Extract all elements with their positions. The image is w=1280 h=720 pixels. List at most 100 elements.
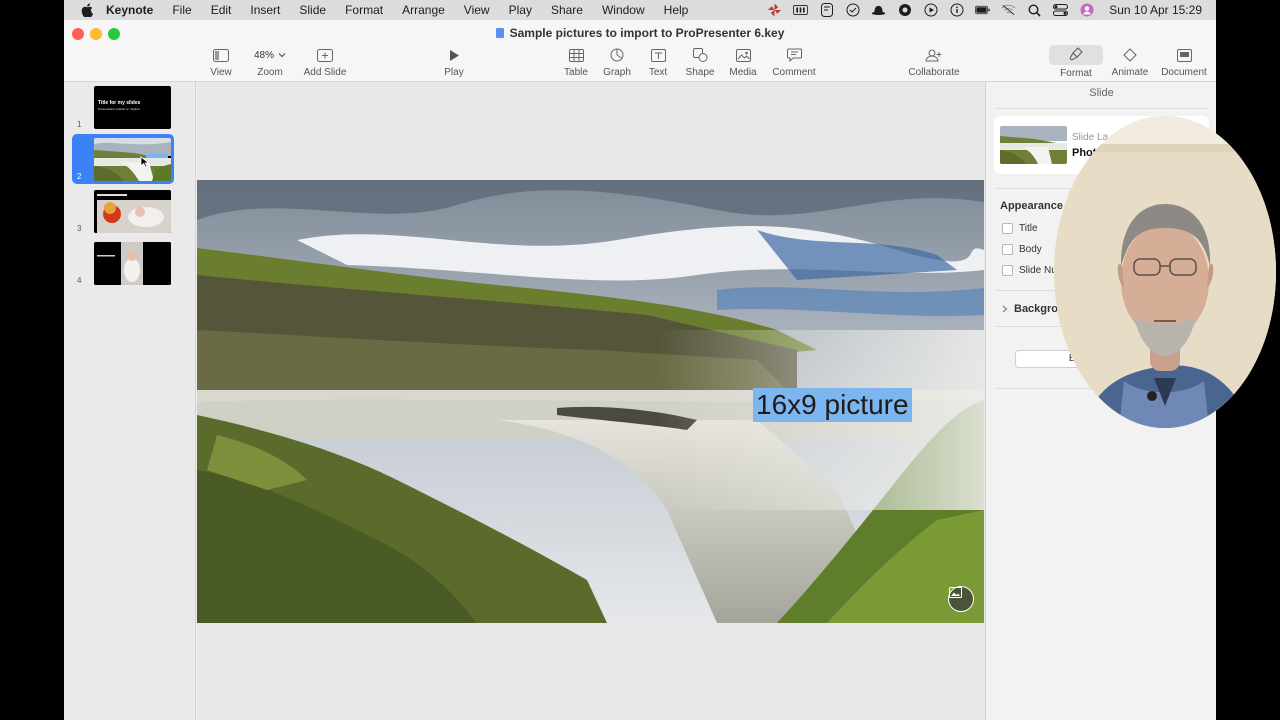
animate-button[interactable]: Animate	[1100, 46, 1160, 78]
slide-number: 2	[77, 172, 82, 181]
slide-thumbnail-2[interactable]	[94, 138, 171, 181]
circle-dot-icon[interactable]	[897, 4, 912, 17]
graph-icon	[610, 48, 624, 62]
collaborate-button[interactable]: Collaborate	[904, 46, 964, 78]
slide-number-checkbox[interactable]	[1002, 265, 1013, 276]
animate-label: Animate	[1111, 67, 1149, 78]
info-circle-icon[interactable]	[949, 3, 964, 17]
menu-file[interactable]: File	[172, 3, 191, 17]
document-title: Sample pictures to import to ProPresente…	[64, 26, 1216, 40]
check-circle-icon[interactable]	[845, 3, 860, 17]
background-section-toggle[interactable]: Backgrou	[1002, 303, 1065, 315]
slide-thumbnail-3[interactable]	[94, 190, 171, 233]
add-slide-label: Add Slide	[303, 67, 347, 78]
menu-window[interactable]: Window	[602, 3, 645, 17]
chevron-down-icon	[278, 53, 286, 58]
comment-label: Comment	[772, 67, 816, 78]
menu-keynote[interactable]: Keynote	[106, 3, 153, 17]
sidebar-view-icon	[213, 48, 229, 62]
grammarly-icon[interactable]	[819, 3, 834, 17]
inspector-tab-slide[interactable]: Slide	[986, 87, 1216, 99]
format-label: Format	[1060, 68, 1092, 79]
keyboard-icon[interactable]	[793, 4, 809, 17]
zoom-select[interactable]: 48%	[248, 49, 292, 62]
body-checkbox-row[interactable]: Body	[1002, 244, 1042, 255]
menu-help[interactable]: Help	[664, 3, 689, 17]
table-icon	[568, 48, 584, 62]
collaborate-icon	[925, 49, 942, 61]
menu-slide[interactable]: Slide	[299, 3, 326, 17]
menu-bar: Keynote File Edit Insert Slide Format Ar…	[64, 0, 1216, 20]
slide-thumbnail-1[interactable]: Title for my slides Presentation subtitl…	[94, 86, 171, 129]
presenter-video	[1054, 116, 1276, 428]
baby-photo-thumbnail-image	[94, 242, 171, 285]
play-icon	[450, 49, 459, 61]
collaborate-label: Collaborate	[908, 67, 960, 78]
zoom-label: Zoom	[257, 67, 283, 78]
appearance-heading: Appearance	[1000, 200, 1063, 212]
slide-layout-thumbnail	[1000, 126, 1067, 164]
menubar-clock[interactable]: Sun 10 Apr 15:29	[1109, 3, 1202, 17]
layout-preview-image	[1000, 126, 1067, 164]
presenter-webcam-overlay	[1054, 116, 1276, 428]
image-icon	[949, 587, 962, 598]
document-title-text: Sample pictures to import to ProPresente…	[509, 26, 785, 40]
zoom-value: 48%	[253, 49, 274, 61]
comment-icon	[786, 48, 802, 62]
chevron-right-icon	[1002, 305, 1008, 313]
apple-logo-icon[interactable]	[80, 3, 94, 17]
menu-view[interactable]: View	[464, 3, 490, 17]
pinwheel-icon[interactable]	[767, 3, 782, 17]
play-circle-icon[interactable]	[923, 3, 938, 17]
slide-number: 4	[77, 276, 82, 285]
comment-button[interactable]: Comment	[764, 46, 824, 78]
menu-play[interactable]: Play	[509, 3, 532, 17]
thumbnail-subtitle: Presentation subtitle or "tagline"	[98, 107, 141, 111]
menu-share[interactable]: Share	[551, 3, 583, 17]
add-slide-button[interactable]: Add Slide	[295, 46, 355, 78]
control-center-icon[interactable]	[1053, 4, 1069, 17]
play-label: Play	[444, 67, 464, 78]
slide-thumbnail-4[interactable]	[94, 242, 171, 285]
hat-icon[interactable]	[871, 4, 886, 17]
status-menu-area: Sun 10 Apr 15:29	[767, 0, 1202, 20]
paintbrush-icon	[1069, 46, 1083, 60]
text-box-icon	[650, 48, 666, 62]
slide-number: 3	[77, 224, 82, 233]
menu-edit[interactable]: Edit	[211, 3, 232, 17]
slide-number-checkbox-label: Slide Nu	[1019, 265, 1057, 276]
slide-canvas-area[interactable]: 16x9 picture	[197, 82, 985, 720]
title-checkbox-label: Title	[1019, 223, 1038, 234]
zoom-button[interactable]: 48% Zoom	[240, 46, 300, 78]
menu-format[interactable]: Format	[345, 3, 383, 17]
format-button[interactable]: Format	[1049, 45, 1103, 79]
slide-number: 1	[77, 120, 82, 129]
battery-icon[interactable]	[975, 4, 990, 17]
document-icon	[1176, 48, 1192, 62]
wifi-off-icon[interactable]	[1001, 4, 1016, 17]
waterfall-thumbnail-image	[94, 138, 171, 181]
document-label: Document	[1161, 67, 1207, 78]
keynote-file-icon	[495, 28, 504, 38]
title-checkbox[interactable]	[1002, 223, 1013, 234]
title-checkbox-row[interactable]: Title	[1002, 223, 1038, 234]
menu-insert[interactable]: Insert	[250, 3, 280, 17]
avatar-icon[interactable]	[1079, 3, 1094, 17]
slide-navigator: 1 Title for my slides Presentation subti…	[64, 82, 196, 720]
replace-image-button[interactable]	[948, 586, 974, 612]
desktop-screen: Keynote File Edit Insert Slide Format Ar…	[64, 0, 1216, 720]
menu-arrange[interactable]: Arrange	[402, 3, 445, 17]
slide-number-checkbox-row[interactable]: Slide Nu	[1002, 265, 1057, 276]
divider	[996, 108, 1207, 109]
body-checkbox[interactable]	[1002, 244, 1013, 255]
document-button[interactable]: Document	[1154, 46, 1214, 78]
mouse-pointer-icon	[140, 156, 150, 168]
photo-icon	[735, 48, 751, 62]
shape-icon	[692, 48, 707, 62]
search-icon[interactable]	[1027, 3, 1042, 17]
slide-canvas[interactable]: 16x9 picture	[197, 180, 984, 623]
body-checkbox-label: Body	[1019, 244, 1042, 255]
selected-text-box[interactable]: 16x9 picture	[753, 388, 912, 422]
bear-photo-thumbnail-image	[94, 190, 171, 233]
play-button[interactable]: Play	[424, 46, 484, 78]
